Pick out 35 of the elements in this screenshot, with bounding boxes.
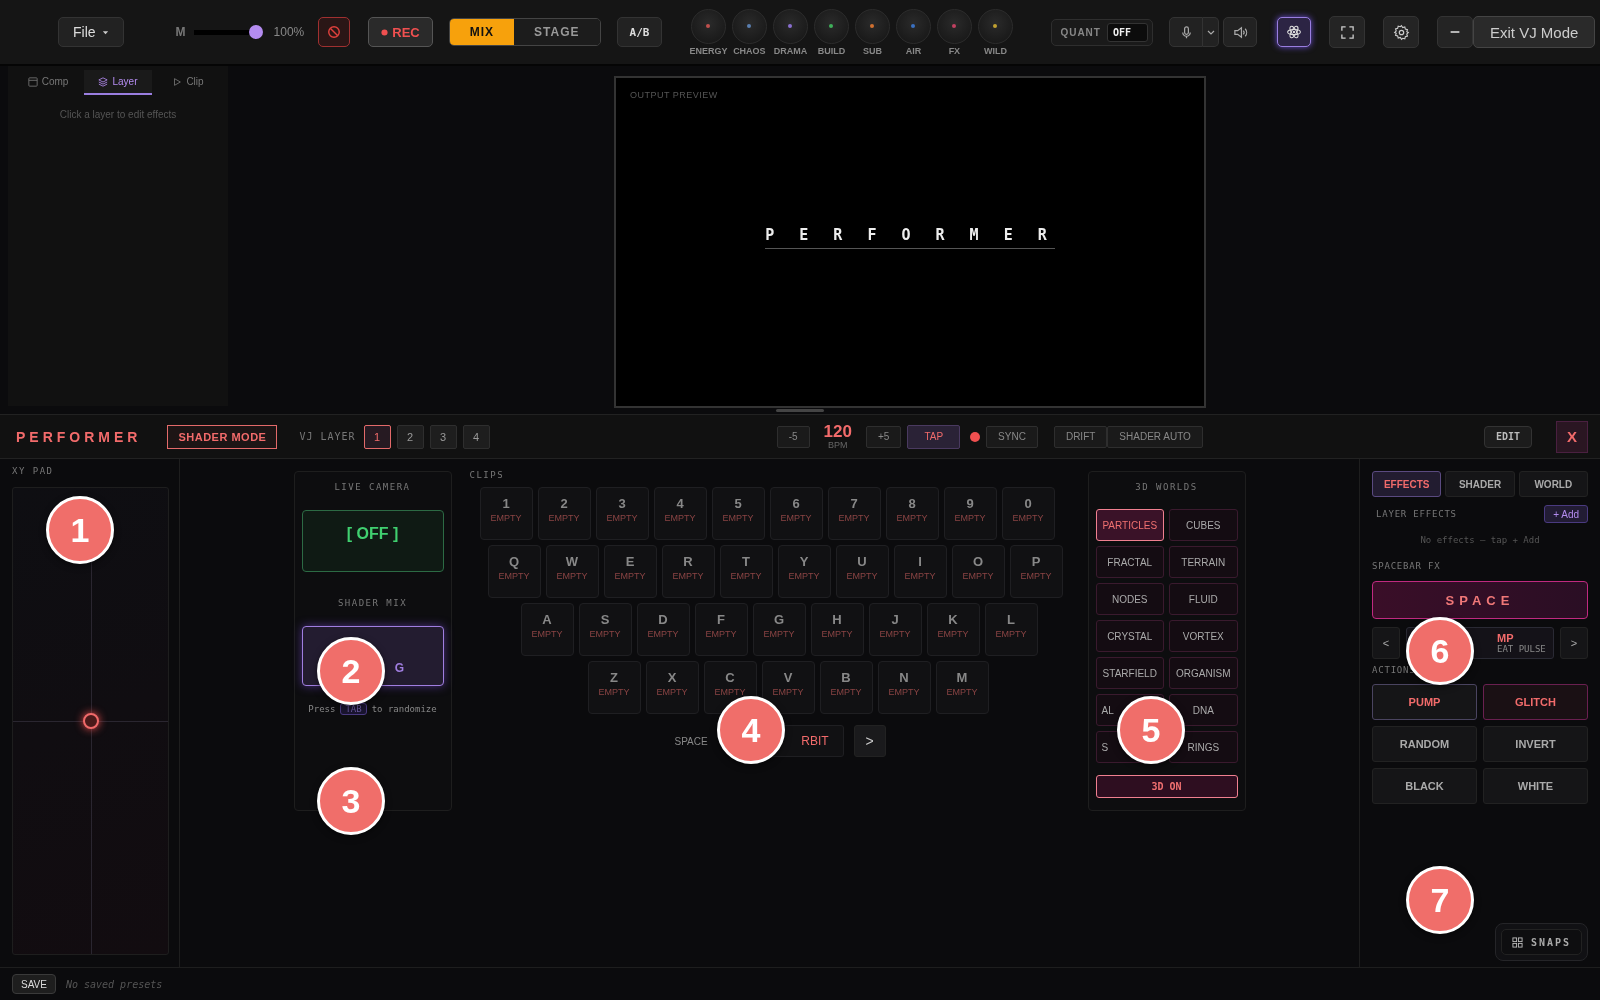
knob-label: SUB — [862, 45, 882, 56]
effect-name: MP — [1497, 632, 1514, 644]
callout-tooltip: 3 — [317, 767, 385, 835]
quantize-label: QUANT — [1060, 26, 1101, 38]
shader-mix-label: SHADER MIX — [337, 598, 408, 608]
tab-key: TAB — [340, 703, 367, 715]
bpm-value: 120 — [823, 423, 852, 440]
xy-pad-label: XY PAD — [12, 466, 55, 476]
hint-text: to randomize — [371, 704, 437, 714]
worlds-label: 3D WORLDS — [1135, 482, 1198, 492]
master-label: M — [175, 25, 186, 39]
space-label: SPACE — [674, 735, 708, 747]
knob-label: AIR — [905, 45, 922, 56]
live-camera-label: LIVE CAMERA — [334, 482, 411, 492]
bpm-unit: BPM — [828, 440, 848, 450]
knob-label: WILD — [983, 45, 1007, 56]
knob-label: CHAOS — [733, 45, 766, 56]
vj-layer-label: VJ LAYER — [299, 431, 356, 442]
knob-label: ENERGY — [689, 45, 728, 56]
knob-label: DRAMA — [773, 45, 808, 56]
knob-label: FX — [948, 45, 961, 56]
preview-label: OUTPUT PREVIEW — [630, 90, 718, 100]
effect-description: EAT PULSE — [1497, 644, 1546, 654]
knob-label: BUILD — [817, 45, 846, 56]
performer-title: PERFORMER — [16, 428, 142, 445]
callout-tooltip: 7 — [1406, 866, 1474, 934]
inspector-hint: Click a layer to edit effects — [58, 109, 178, 120]
empty-effects-text: No effects — tap + Add — [1419, 535, 1541, 545]
spacebar-fx-label: SPACEBAR FX — [1372, 561, 1442, 571]
master-reading: 100% — [273, 25, 305, 39]
presets-status: No saved presets — [65, 978, 163, 990]
layer-effects-label: LAYER EFFECTS — [1376, 509, 1457, 519]
clips-label: CLIPS — [469, 470, 506, 480]
hint-text: Press — [308, 704, 336, 714]
preview-title: P E R F O R M E R — [765, 225, 1055, 249]
